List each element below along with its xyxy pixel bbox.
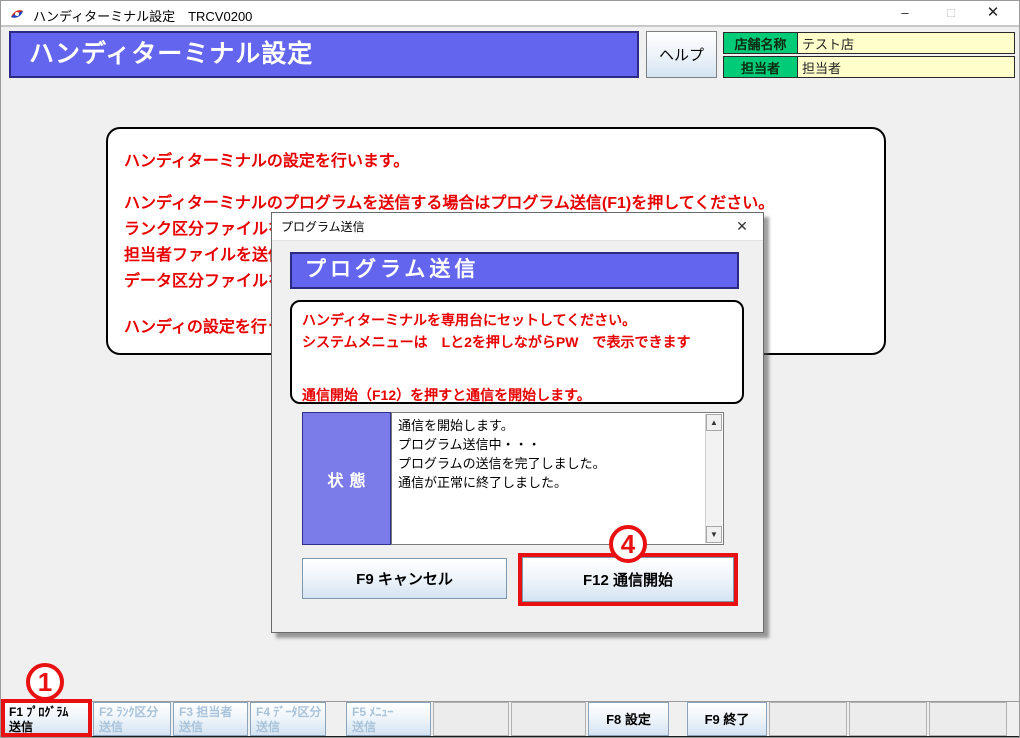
- scroll-down-icon[interactable]: ▼: [706, 526, 722, 543]
- empty-key-slot: [849, 702, 927, 736]
- staff-value: 担当者: [798, 57, 1014, 77]
- store-name-row: 店舗名称 テスト店: [723, 32, 1015, 54]
- fn-cell-empty: [433, 702, 509, 736]
- fn-cell: F5 ﾒﾆｭｰ 送信: [346, 702, 431, 736]
- fn-cell: F3 担当者 送信: [173, 702, 248, 736]
- f12-start-button[interactable]: F12 通信開始: [522, 557, 734, 602]
- dialog-title: プログラム送信: [281, 220, 365, 234]
- close-icon[interactable]: ✕: [973, 1, 1013, 27]
- status-line: プログラムの送信を完了しました。: [398, 456, 606, 471]
- staff-label: 担当者: [724, 57, 798, 77]
- fn-label-line2: 送信: [352, 720, 377, 734]
- fn-cell: F2 ﾗﾝｸ区分 送信: [93, 702, 171, 736]
- empty-key-slot: [511, 702, 586, 736]
- f5-menu-send-button[interactable]: F5 ﾒﾆｭｰ 送信: [346, 702, 431, 736]
- page-title: ハンディターミナル設定: [9, 31, 639, 78]
- f9-exit-button[interactable]: F9 終了: [687, 702, 767, 736]
- instruction-line: 通信開始（F12）を押すと通信を開始します。: [302, 387, 591, 403]
- help-button[interactable]: ヘルプ: [646, 31, 717, 78]
- dialog-titlebar: プログラム送信 ✕: [272, 213, 763, 241]
- dialog-instructions-box: ハンディターミナルを専用台にセットしてください。 システムメニューは Lと2を押…: [290, 300, 744, 404]
- fn-cell: F9 終了: [687, 702, 767, 736]
- f9-cancel-button[interactable]: F9 キャンセル: [302, 558, 507, 599]
- dialog-close-icon[interactable]: ✕: [727, 213, 757, 241]
- message-line: ハンディターミナルの設定を行います。: [124, 153, 410, 170]
- f4-data-send-button[interactable]: F4 ﾃﾞｰﾀ区分 送信: [250, 702, 326, 736]
- fn-cell-empty: [511, 702, 586, 736]
- program-send-dialog: プログラム送信 ✕ プログラム送信 ハンディターミナルを専用台にセットしてくださ…: [271, 212, 764, 633]
- fn-label-line2: 送信: [256, 720, 281, 734]
- minimize-icon[interactable]: –: [885, 1, 925, 27]
- fn-label-line1: F2 ﾗﾝｸ区分: [99, 705, 159, 719]
- status-line: 通信が正常に終了しました。: [398, 475, 568, 490]
- fn-cell: F4 ﾃﾞｰﾀ区分 送信: [250, 702, 326, 736]
- f2-rank-send-button[interactable]: F2 ﾗﾝｸ区分 送信: [93, 702, 171, 736]
- fn-cell-empty: [769, 702, 847, 736]
- window-title: ハンディターミナル設定 TRCV0200: [33, 9, 253, 24]
- annotation-circle-4: 4: [609, 525, 647, 563]
- store-name-value: テスト店: [798, 33, 1014, 53]
- f8-settings-button[interactable]: F8 設定: [588, 702, 669, 736]
- fn-label-line2: 送信: [179, 720, 204, 734]
- annotation-circle-1: 1: [26, 663, 64, 701]
- titlebar: ハンディターミナル設定 TRCV0200 – □ ✕: [1, 1, 1019, 27]
- empty-key-slot: [929, 702, 1007, 736]
- empty-key-slot: [769, 702, 847, 736]
- staff-row: 担当者 担当者: [723, 56, 1015, 78]
- fn-label-line1: F4 ﾃﾞｰﾀ区分: [256, 705, 322, 719]
- app-window: ハンディターミナル設定 TRCV0200 – □ ✕ ハンディターミナル設定 ヘ…: [0, 0, 1020, 738]
- maximize-icon: □: [947, 5, 955, 20]
- fn-cell-empty: [849, 702, 927, 736]
- app-icon: [11, 10, 23, 18]
- annotation-rect-f1: [1, 699, 92, 737]
- fn-label-line1: F5 ﾒﾆｭｰ: [352, 705, 394, 719]
- status-line: 通信を開始します。: [398, 418, 514, 433]
- fn-cell-empty: [929, 702, 1007, 736]
- status-label: 状態: [302, 412, 391, 545]
- instruction-line: ハンディターミナルを専用台にセットしてください。: [302, 312, 637, 328]
- scroll-up-icon[interactable]: ▲: [706, 414, 722, 431]
- f3-staff-send-button[interactable]: F3 担当者 送信: [173, 702, 248, 736]
- fn-cell: F8 設定: [588, 702, 669, 736]
- fn-label-line2: 送信: [99, 720, 124, 734]
- status-log-box[interactable]: 通信を開始します。 プログラム送信中・・・ プログラムの送信を完了しました。 通…: [391, 412, 724, 545]
- status-log-text: 通信を開始します。 プログラム送信中・・・ プログラムの送信を完了しました。 通…: [392, 413, 723, 492]
- instruction-line: システムメニューは Lと2を押しながらPW で表示できます: [302, 334, 691, 350]
- fn-label-line1: F3 担当者: [179, 705, 233, 719]
- status-line: プログラム送信中・・・: [398, 437, 541, 452]
- dialog-banner: プログラム送信: [290, 252, 739, 289]
- vertical-scrollbar[interactable]: ▲ ▼: [705, 414, 722, 543]
- store-name-label: 店舗名称: [724, 33, 798, 53]
- empty-key-slot: [433, 702, 509, 736]
